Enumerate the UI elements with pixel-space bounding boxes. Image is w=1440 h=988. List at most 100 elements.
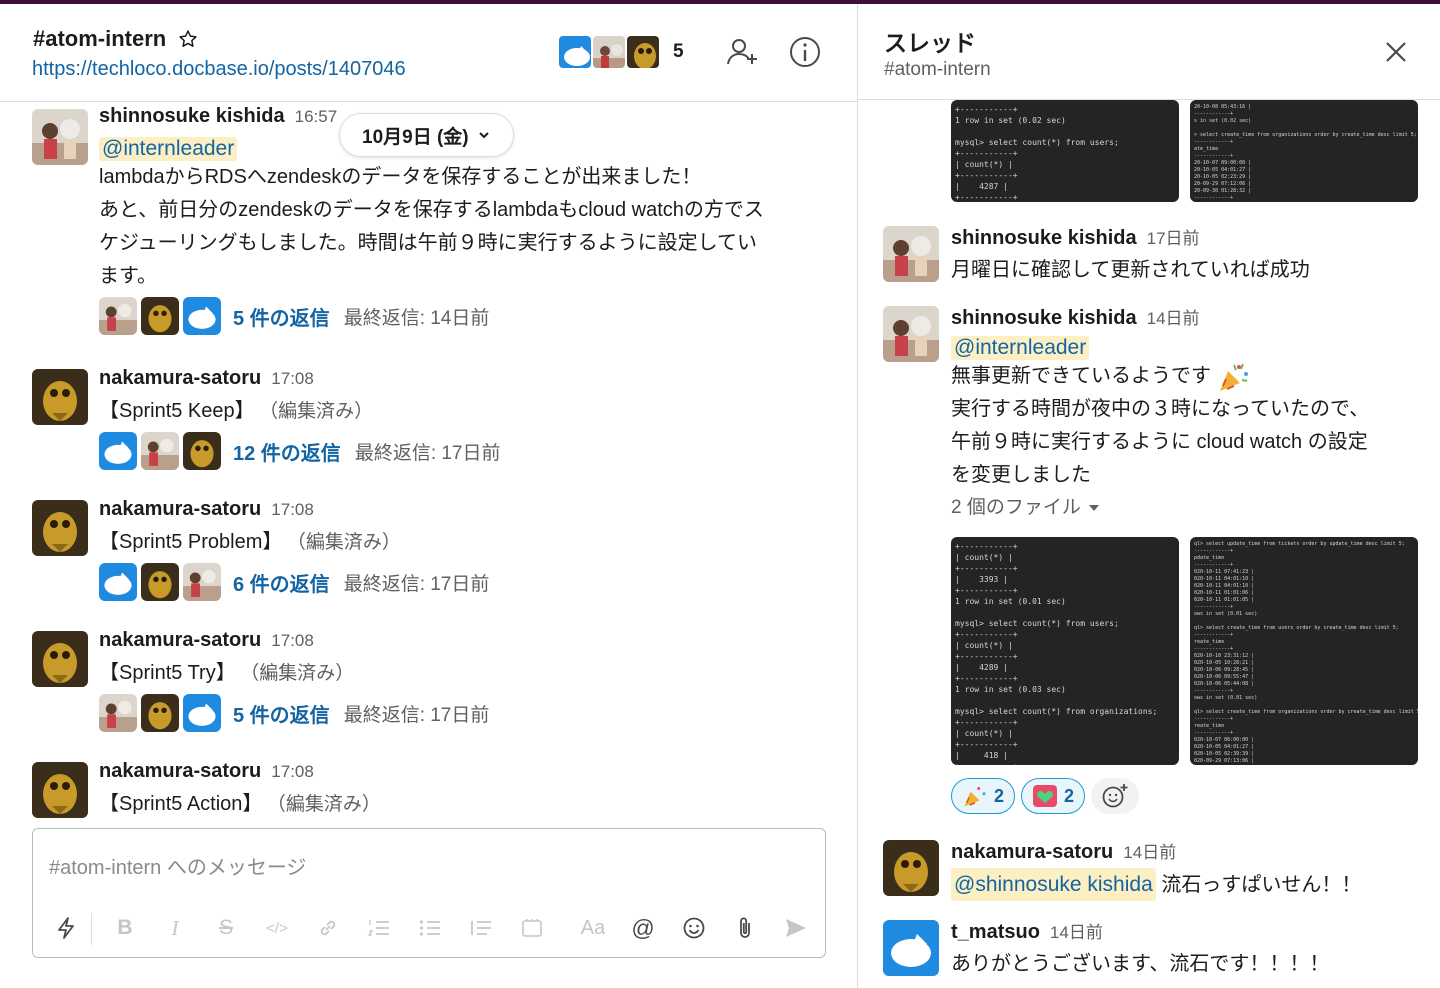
- message-text-line: lambdaからRDSへzendeskのデータを保存することが出来ました！: [99, 166, 702, 188]
- message-text-line: ケジューリングもしました。時間は午前９時に実行するように設定してい: [99, 232, 757, 254]
- message-composer[interactable]: #atom-intern へのメッセージ B I S </> Aa @: [32, 828, 826, 958]
- message-text: 【Sprint5 Keep】: [99, 400, 255, 422]
- party-popper-icon: [1220, 363, 1248, 391]
- blockquote-icon[interactable]: [466, 913, 496, 943]
- username[interactable]: t_matsuo: [951, 921, 1040, 944]
- file-preview-screenshot[interactable]: 20-10-08 05:43:16 | ------------+ s in s…: [1190, 100, 1418, 202]
- party-popper-icon: [964, 787, 986, 807]
- reaction-heart[interactable]: 2: [1021, 778, 1086, 814]
- ordered-list-icon[interactable]: [364, 913, 394, 943]
- username[interactable]: nakamura-satoru: [99, 760, 261, 783]
- bold-icon[interactable]: B: [110, 913, 140, 943]
- code-block-icon[interactable]: [517, 913, 547, 943]
- code-icon[interactable]: </>: [262, 913, 292, 943]
- last-reply-time: 最終返信: 17日前: [343, 704, 490, 726]
- timestamp[interactable]: 17日前: [1147, 224, 1200, 249]
- reaction-bar: 2 2: [951, 778, 1140, 814]
- replier-avatar: [99, 694, 137, 732]
- avatar[interactable]: [32, 500, 88, 556]
- thread-replies-bar[interactable]: 5 件の返信 最終返信: 14日前: [99, 297, 817, 335]
- reply-count-link[interactable]: 6 件の返信: [233, 568, 330, 597]
- member-avatar: [557, 34, 593, 70]
- files-toggle[interactable]: 2 個のファイル: [951, 492, 1420, 524]
- close-icon[interactable]: [1382, 38, 1410, 66]
- replier-avatar: [99, 432, 137, 470]
- shortcuts-lightning-icon[interactable]: [51, 913, 81, 943]
- username[interactable]: shinnosuke kishida: [99, 105, 285, 128]
- date-jump-button[interactable]: 10月9日 (金): [339, 113, 514, 157]
- thread-pane: +-----------+ 1 row in set (0.02 sec) my…: [858, 4, 1440, 988]
- emoji-icon[interactable]: [679, 913, 709, 943]
- message-text: 月曜日に確認して更新されていれば成功: [951, 259, 1310, 281]
- member-avatar: [625, 34, 661, 70]
- username[interactable]: nakamura-satoru: [951, 841, 1113, 864]
- reply-count-link[interactable]: 5 件の返信: [233, 302, 330, 331]
- thread-title: スレッド: [884, 30, 976, 56]
- last-reply-time: 最終返信: 17日前: [343, 573, 490, 595]
- channel-topic-link[interactable]: https://techloco.docbase.io/posts/140704…: [32, 58, 406, 81]
- avatar[interactable]: [883, 306, 939, 362]
- replier-avatar: [99, 297, 137, 335]
- username[interactable]: nakamura-satoru: [99, 629, 261, 652]
- message-text-line: 実行する時間が夜中の３時になっていたので、: [951, 398, 1370, 420]
- reaction-party[interactable]: 2: [951, 778, 1016, 814]
- message-text-line: あと、前日分のzendeskのデータを保存するlambdaもcloud watc…: [99, 199, 764, 221]
- mention[interactable]: @shinnosuke kishida: [951, 868, 1156, 901]
- file-preview-text: +-----------+ 1 row in set (0.02 sec) my…: [955, 105, 1119, 202]
- bulleted-list-icon[interactable]: [415, 913, 445, 943]
- file-preview-screenshot[interactable]: +-----------+ 1 row in set (0.02 sec) my…: [951, 100, 1179, 202]
- message-text: 【Sprint5 Action】: [99, 793, 263, 815]
- avatar[interactable]: [883, 226, 939, 282]
- timestamp[interactable]: 17:08: [271, 369, 314, 389]
- info-icon[interactable]: [787, 34, 823, 70]
- username[interactable]: shinnosuke kishida: [951, 227, 1137, 250]
- thread-replies-bar[interactable]: 5 件の返信 最終返信: 17日前: [99, 694, 817, 732]
- add-people-icon[interactable]: [724, 34, 760, 70]
- avatar[interactable]: [32, 109, 88, 165]
- replier-avatar: [99, 563, 137, 601]
- reply-count-link[interactable]: 12 件の返信: [233, 437, 341, 466]
- format-toggle-icon[interactable]: Aa: [578, 913, 608, 943]
- message-text: 【Sprint5 Problem】: [99, 531, 283, 553]
- strikethrough-icon[interactable]: S: [211, 913, 241, 943]
- avatar[interactable]: [32, 369, 88, 425]
- timestamp[interactable]: 17:08: [271, 762, 314, 782]
- mention-icon[interactable]: @: [628, 913, 658, 943]
- timestamp[interactable]: 14日前: [1123, 838, 1176, 863]
- avatar[interactable]: [883, 920, 939, 976]
- channel-name: #atom-intern: [33, 26, 167, 51]
- username[interactable]: nakamura-satoru: [99, 367, 261, 390]
- timestamp[interactable]: 14日前: [1050, 918, 1103, 943]
- heart-face-icon: [1033, 785, 1058, 807]
- timestamp[interactable]: 14日前: [1147, 304, 1200, 329]
- italic-icon[interactable]: I: [160, 913, 190, 943]
- replier-avatar: [183, 297, 221, 335]
- mention[interactable]: @internleader: [951, 336, 1090, 360]
- timestamp[interactable]: 17:08: [271, 631, 314, 651]
- reply-count-link[interactable]: 5 件の返信: [233, 699, 330, 728]
- mention[interactable]: @internleader: [99, 137, 238, 161]
- composer-input[interactable]: #atom-intern へのメッセージ: [49, 851, 306, 880]
- username[interactable]: shinnosuke kishida: [951, 307, 1137, 330]
- file-preview-screenshot[interactable]: +-----------+ | count(*) | +-----------+…: [951, 537, 1179, 765]
- channel-header: #atom-intern https://techloco.docbase.io…: [0, 4, 857, 102]
- avatar[interactable]: [32, 631, 88, 687]
- timestamp[interactable]: 17:08: [271, 500, 314, 520]
- file-preview-screenshot[interactable]: ql> select update_time from tickets orde…: [1190, 537, 1418, 765]
- thread-replies-bar[interactable]: 6 件の返信 最終返信: 17日前: [99, 563, 817, 601]
- attach-paperclip-icon[interactable]: [730, 913, 760, 943]
- avatar[interactable]: [883, 840, 939, 896]
- timestamp[interactable]: 16:57: [295, 107, 338, 127]
- link-icon[interactable]: [313, 913, 343, 943]
- thread-replies-bar[interactable]: 12 件の返信 最終返信: 17日前: [99, 432, 817, 470]
- add-reaction-button[interactable]: [1091, 778, 1140, 814]
- star-icon[interactable]: [178, 29, 198, 49]
- add-reaction-icon: [1102, 784, 1128, 808]
- avatar[interactable]: [32, 762, 88, 818]
- member-list-button[interactable]: 5: [557, 34, 684, 70]
- username[interactable]: nakamura-satoru: [99, 498, 261, 521]
- channel-title-button[interactable]: #atom-intern: [33, 26, 198, 52]
- send-icon[interactable]: [781, 913, 811, 943]
- replier-avatar: [141, 432, 179, 470]
- thread-channel-link[interactable]: #atom-intern: [884, 59, 991, 81]
